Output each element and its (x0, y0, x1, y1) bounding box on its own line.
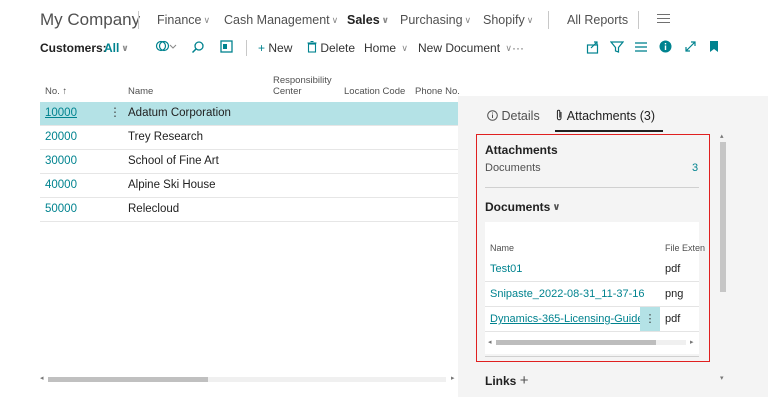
links-section-header[interactable]: Links + (485, 372, 528, 389)
nav-item-label: Shopify (483, 13, 525, 27)
delete-label: Delete (320, 41, 356, 55)
column-header-name[interactable]: Name (128, 86, 153, 97)
filter-value: All (104, 41, 120, 55)
row-menu-icon[interactable]: ⋮ (109, 105, 121, 119)
nav-item-label: Cash Management (224, 13, 330, 27)
table-row[interactable]: 30000 School of Fine Art (40, 150, 458, 174)
view-toggle-icon[interactable] (155, 39, 177, 56)
scroll-up-arrow-icon[interactable]: ▴ (720, 132, 724, 140)
chevron-down-icon: ∨ (331, 15, 339, 25)
nav-item-shopify[interactable]: Shopify ∨ (483, 13, 533, 27)
info-icon[interactable] (659, 40, 672, 56)
add-link-icon[interactable]: + (520, 372, 529, 389)
tab-label: Details (501, 109, 540, 123)
customer-name: Adatum Corporation (128, 107, 231, 119)
expand-icon[interactable] (684, 40, 697, 56)
home-menu[interactable]: Home ∨ (364, 41, 408, 55)
table-row[interactable]: 40000 Alpine Ski House (40, 174, 458, 198)
column-header-phone-no[interactable]: Phone No. (415, 86, 460, 97)
chevron-down-icon: ∨ (401, 43, 408, 53)
nav-divider (638, 11, 639, 29)
customers-label: Customers: (40, 41, 107, 55)
company-name[interactable]: My Company (40, 10, 140, 30)
new-label: New (268, 41, 293, 55)
column-header-responsibility-center[interactable]: Responsibility Center (273, 75, 332, 97)
top-navigation: My Company Finance ∨ Cash Management ∨ Sal… (0, 0, 768, 38)
action-divider (246, 40, 247, 56)
action-bar: Customers: All ∨ + New Delete Home ∨ New … (0, 38, 768, 60)
chevron-down-icon: ∨ (203, 15, 211, 25)
delete-button[interactable]: Delete (307, 41, 355, 55)
header-line: Center (273, 86, 302, 97)
scroll-left-arrow-icon[interactable]: ◂ (40, 374, 44, 382)
trash-icon (307, 41, 317, 53)
customer-name: School of Fine Art (128, 155, 219, 167)
nav-item-label: Purchasing (400, 13, 463, 27)
scroll-right-arrow-icon[interactable]: ▸ (451, 374, 455, 382)
chevron-down-icon: ∨ (121, 43, 129, 53)
chevron-down-icon: ∨ (526, 15, 534, 25)
nav-item-label: Finance (157, 13, 202, 27)
nav-item-all-reports[interactable]: All Reports (567, 13, 628, 27)
column-header-no[interactable]: No. ↑ (45, 86, 67, 97)
more-options-button[interactable]: ··· (512, 41, 524, 55)
highlight-annotation (476, 134, 710, 362)
chevron-down-icon: ∨ (505, 43, 512, 53)
customer-name: Relecloud (128, 203, 180, 215)
customer-no[interactable]: 30000 (45, 155, 77, 167)
chevron-down-icon: ∨ (381, 15, 389, 25)
tab-attachments[interactable]: Attachments (3) (555, 109, 655, 123)
share-icon[interactable] (586, 40, 600, 57)
scrollbar-thumb[interactable] (720, 142, 726, 292)
view-filter-dropdown[interactable]: All ∨ (104, 41, 129, 55)
customer-name: Trey Research (128, 131, 203, 143)
scrollbar-thumb[interactable] (48, 377, 208, 382)
home-label: Home (364, 41, 397, 55)
active-tab-indicator (555, 130, 663, 132)
table-row[interactable]: 10000 ⋮ Adatum Corporation (40, 102, 458, 126)
list-horizontal-scrollbar[interactable]: ◂ ▸ (40, 374, 458, 384)
info-icon (487, 110, 498, 121)
header-line: Responsibility (273, 75, 332, 86)
section-label: Links (485, 374, 517, 388)
nav-item-cash-management[interactable]: Cash Management ∨ (224, 13, 338, 27)
tab-details[interactable]: Details (487, 109, 540, 123)
table-icon[interactable] (220, 40, 233, 56)
new-document-menu[interactable]: New Document ∨ (418, 41, 512, 55)
customer-no[interactable]: 50000 (45, 203, 77, 215)
scroll-down-arrow-icon[interactable]: ▾ (720, 374, 724, 382)
filter-icon[interactable] (609, 40, 625, 57)
new-document-label: New Document (418, 41, 501, 55)
search-icon[interactable] (191, 40, 205, 57)
nav-item-label: Sales (347, 13, 380, 27)
plus-icon: + (258, 41, 266, 55)
paperclip-icon (556, 109, 562, 121)
column-header-location-code[interactable]: Location Code (344, 86, 405, 97)
business-central-page: My Company Finance ∨ Cash Management ∨ Sal… (0, 0, 768, 397)
nav-item-finance[interactable]: Finance ∨ (157, 13, 210, 27)
nav-item-sales[interactable]: Sales ∨ (347, 13, 389, 27)
nav-divider (548, 11, 549, 29)
nav-item-purchasing[interactable]: Purchasing ∨ (400, 13, 471, 27)
bookmark-icon[interactable] (709, 40, 719, 56)
factbox-vertical-scrollbar[interactable]: ▴ ▾ (718, 132, 728, 384)
customer-no[interactable]: 40000 (45, 179, 77, 191)
tab-label: Attachments (3) (566, 109, 656, 123)
nav-divider (138, 11, 139, 29)
table-row[interactable]: 50000 Relecloud (40, 198, 458, 222)
new-button[interactable]: + New (258, 41, 292, 55)
table-row[interactable]: 20000 Trey Research (40, 126, 458, 150)
customer-name: Alpine Ski House (128, 179, 216, 191)
customer-no[interactable]: 20000 (45, 131, 77, 143)
customer-no[interactable]: 10000 (45, 107, 77, 119)
chevron-down-icon: ∨ (464, 15, 472, 25)
list-icon[interactable] (634, 40, 648, 57)
hamburger-icon[interactable] (657, 14, 670, 26)
